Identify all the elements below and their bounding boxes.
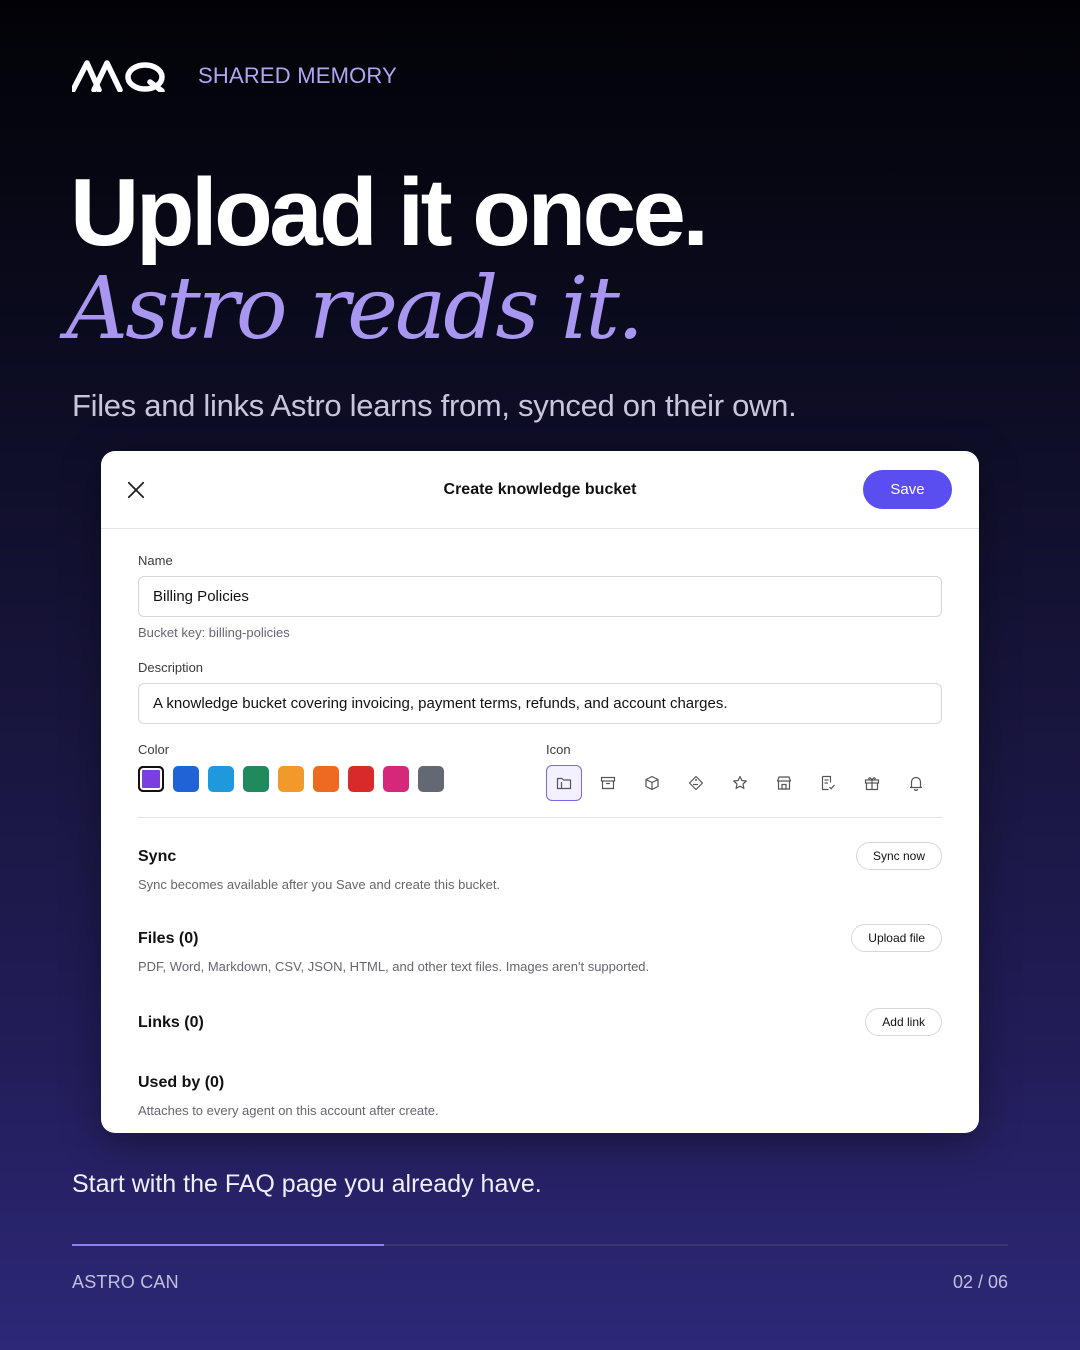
color-swatch[interactable]: [313, 766, 339, 792]
save-button[interactable]: Save: [863, 470, 952, 509]
brand-header: SHARED MEMORY: [72, 60, 397, 92]
dialog-body: Name Bucket key: billing-policies Descri…: [101, 529, 979, 1118]
color-swatches: [138, 766, 546, 792]
section-divider: [138, 817, 942, 818]
checklist-icon: [821, 775, 835, 791]
icon-option-tag[interactable]: [678, 765, 714, 801]
icon-option-bell[interactable]: [898, 765, 934, 801]
icon-option-checklist[interactable]: [810, 765, 846, 801]
close-icon: [127, 481, 145, 499]
cube-icon: [645, 775, 659, 791]
sync-description: Sync becomes available after you Save an…: [138, 877, 501, 892]
icon-picker: Icon: [546, 742, 942, 801]
close-button[interactable]: [123, 477, 149, 503]
icon-option-store[interactable]: [766, 765, 802, 801]
headline-italic: Astro reads it.: [66, 259, 644, 359]
used-by-description: Attaches to every agent on this account …: [138, 1103, 439, 1118]
slide-progress-fill: [72, 1244, 384, 1246]
slide-progress-track: [72, 1244, 1008, 1246]
sync-title: Sync: [138, 848, 177, 865]
color-label: Color: [138, 742, 170, 757]
color-swatch[interactable]: [418, 766, 444, 792]
icon-option-gift[interactable]: [854, 765, 890, 801]
brand-label: SHARED MEMORY: [198, 63, 397, 88]
subheadline: Files and links Astro learns from, synce…: [72, 388, 797, 423]
links-section: Links (0) Add link: [138, 1008, 942, 1036]
headline: Upload it once.: [70, 159, 709, 266]
folder-icon: [556, 777, 572, 790]
appearance-row: Color Icon: [138, 742, 942, 801]
star-icon: [733, 775, 747, 789]
sync-section: Sync Sync becomes available after you Sa…: [138, 842, 942, 892]
footer-label: ASTRO CAN: [72, 1272, 179, 1292]
used-by-title: Used by (0): [138, 1074, 225, 1091]
files-section: Files (0) PDF, Word, Markdown, CSV, JSON…: [138, 924, 942, 974]
color-swatch[interactable]: [243, 766, 269, 792]
name-label: Name: [138, 553, 173, 568]
icon-option-star[interactable]: [722, 765, 758, 801]
bell-icon: [909, 776, 923, 791]
dialog-header: Create knowledge bucket Save: [101, 451, 979, 529]
color-picker: Color: [138, 742, 546, 801]
description-input[interactable]: [138, 683, 942, 724]
links-title: Links (0): [138, 1014, 204, 1031]
tag-icon: [688, 775, 704, 791]
add-link-button[interactable]: Add link: [865, 1008, 942, 1036]
color-swatch[interactable]: [278, 766, 304, 792]
used-by-section: Used by (0) Attaches to every agent on t…: [138, 1074, 942, 1118]
archive-icon: [600, 776, 616, 790]
name-input[interactable]: [138, 576, 942, 617]
color-swatch[interactable]: [348, 766, 374, 792]
page-indicator: 02 / 06: [952, 1272, 1008, 1292]
company-logo: [72, 60, 165, 92]
icon-option-folder[interactable]: [546, 765, 582, 801]
bucket-key-helper: Bucket key: billing-policies: [138, 625, 290, 640]
store-icon: [776, 776, 792, 790]
color-swatch[interactable]: [208, 766, 234, 792]
files-description: PDF, Word, Markdown, CSV, JSON, HTML, an…: [138, 959, 650, 974]
icon-option-cube[interactable]: [634, 765, 670, 801]
sync-now-button[interactable]: Sync now: [855, 842, 942, 870]
upload-file-button[interactable]: Upload file: [851, 924, 942, 952]
icon-options: [546, 765, 942, 801]
footer-tagline: Start with the FAQ page you already have…: [72, 1170, 542, 1198]
create-bucket-dialog: Create knowledge bucket Save Name Bucket…: [101, 451, 979, 1133]
color-swatch[interactable]: [138, 766, 164, 792]
dialog-title: Create knowledge bucket: [443, 480, 637, 498]
icon-option-archive[interactable]: [590, 765, 626, 801]
files-title: Files (0): [138, 930, 199, 947]
description-label: Description: [138, 660, 204, 675]
color-swatch[interactable]: [173, 766, 199, 792]
icon-label: Icon: [546, 742, 571, 757]
color-swatch[interactable]: [383, 766, 409, 792]
gift-icon: [864, 777, 880, 791]
